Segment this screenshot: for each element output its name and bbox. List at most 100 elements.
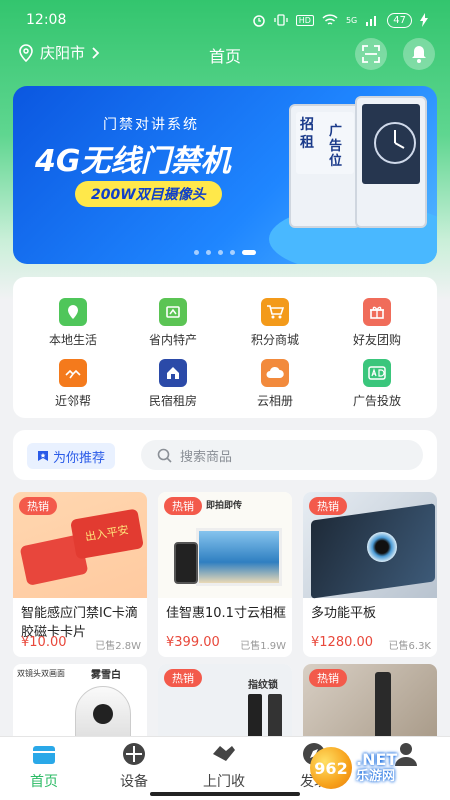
menu-label: 民宿租房 bbox=[148, 394, 197, 408]
status-bar: 12:08 HD 5G 47 bbox=[0, 0, 450, 40]
status-icons: HD 5G 47 bbox=[252, 12, 428, 28]
service-menu: 本地生活 省内特产 积分商城 好友团购 近邻帮 民宿租房 云相册 广告投放 bbox=[13, 277, 437, 418]
product-image-text: 即拍即传 bbox=[206, 501, 243, 511]
product-sold: 已售6.3K bbox=[388, 641, 431, 652]
menu-item-local-life[interactable]: 本地生活 bbox=[35, 298, 111, 348]
hd-icon: HD bbox=[295, 14, 314, 26]
home-tab-icon bbox=[29, 739, 59, 769]
menu-item-neighbor-help[interactable]: 近邻帮 bbox=[35, 359, 111, 409]
product-sold: 已售1.9W bbox=[240, 641, 286, 652]
banner-pagination bbox=[0, 250, 450, 255]
hot-badge: 热销 bbox=[309, 669, 347, 687]
menu-item-cloud-album[interactable]: 云相册 bbox=[237, 359, 313, 409]
product-name: 佳智惠10.1寸云相框 bbox=[166, 606, 286, 621]
location-pin-icon bbox=[59, 298, 87, 326]
product-image-text: 双镜头双画面 bbox=[17, 669, 65, 678]
tab-pickup[interactable]: 上门收 bbox=[184, 739, 264, 791]
product-sold: 已售2.8W bbox=[95, 641, 141, 652]
device-word-2: 租 bbox=[300, 135, 314, 151]
banner-tagline: 200W双目摄像头 bbox=[75, 181, 222, 207]
banner-dot[interactable] bbox=[194, 250, 199, 255]
notification-button[interactable] bbox=[403, 38, 435, 70]
wifi-icon bbox=[322, 14, 338, 25]
product-card[interactable]: 热销 多功能平板 ¥1280.00 已售6.3K bbox=[303, 492, 437, 657]
tab-label: 设备 bbox=[120, 774, 148, 790]
menu-label: 云相册 bbox=[256, 394, 293, 408]
gift-icon bbox=[363, 298, 391, 326]
cart-icon bbox=[261, 298, 289, 326]
alarm-icon bbox=[253, 15, 265, 27]
home-indicator bbox=[150, 792, 300, 796]
banner-title: 4G无线门禁机 bbox=[35, 144, 231, 179]
product-card[interactable]: 热销 bbox=[303, 664, 437, 744]
signal-label: 5G bbox=[345, 15, 358, 25]
tab-home[interactable]: 首页 bbox=[4, 739, 84, 791]
device-word-3: 广告位 bbox=[329, 124, 343, 169]
hot-badge: 热销 bbox=[309, 497, 347, 515]
device-tab-icon bbox=[119, 739, 149, 769]
banner-dot[interactable] bbox=[218, 250, 223, 255]
banner-dot[interactable] bbox=[230, 250, 235, 255]
house-icon bbox=[159, 359, 187, 387]
tab-label: 上门收 bbox=[203, 774, 245, 790]
menu-item-ad-placement[interactable]: 广告投放 bbox=[339, 359, 415, 409]
menu-item-group-buy[interactable]: 好友团购 bbox=[339, 298, 415, 348]
bell-icon bbox=[412, 46, 426, 63]
promo-banner[interactable]: 门禁对讲系统 4G无线门禁机 200W双目摄像头 招 租 广告位 bbox=[13, 86, 437, 264]
charging-icon bbox=[420, 13, 428, 27]
banner-dot[interactable] bbox=[206, 250, 211, 255]
signal-icon bbox=[366, 16, 377, 26]
scan-icon bbox=[362, 45, 380, 63]
watermark-logo: 962 .NET 乐游网 bbox=[310, 744, 446, 792]
search-placeholder: 搜索商品 bbox=[180, 449, 233, 465]
device-word-1: 招 bbox=[300, 117, 314, 133]
product-card[interactable]: 热销 指纹锁 bbox=[158, 664, 292, 744]
menu-item-points-mall[interactable]: 积分商城 bbox=[237, 298, 313, 348]
menu-label: 省内特产 bbox=[148, 333, 197, 347]
cloud-album-icon bbox=[261, 359, 289, 387]
ad-icon bbox=[363, 359, 391, 387]
product-card[interactable]: 双镜头双画面 雾雪白 bbox=[13, 664, 147, 744]
product-image-text: 指纹锁 bbox=[248, 680, 278, 691]
specialty-icon bbox=[159, 298, 187, 326]
clock-face-icon bbox=[374, 122, 416, 164]
recommend-label: 为你推荐 bbox=[53, 450, 106, 466]
app-header: 庆阳市 首页 bbox=[0, 36, 450, 72]
device-image-right bbox=[355, 96, 427, 228]
product-image-text: 雾雪白 bbox=[91, 670, 121, 681]
status-time: 12:08 bbox=[26, 12, 67, 28]
product-price: ¥399.00 bbox=[166, 635, 220, 650]
watermark-suffix: .NET bbox=[356, 750, 398, 769]
recommend-tag[interactable]: 为你推荐 bbox=[27, 443, 116, 469]
handshake-icon bbox=[209, 739, 239, 769]
banner-subtitle: 门禁对讲系统 bbox=[103, 117, 199, 133]
star-badge-icon bbox=[38, 451, 48, 461]
menu-item-specialty[interactable]: 省内特产 bbox=[135, 298, 211, 348]
watermark-number: 962 bbox=[310, 747, 352, 789]
menu-label: 近邻帮 bbox=[54, 394, 91, 408]
product-price: ¥1280.00 bbox=[311, 635, 374, 650]
battery-indicator: 47 bbox=[387, 12, 412, 28]
scan-button[interactable] bbox=[355, 38, 387, 70]
hot-badge: 热销 bbox=[164, 669, 202, 687]
recommend-search-bar: 为你推荐 搜索商品 bbox=[13, 430, 437, 480]
search-icon bbox=[157, 448, 172, 463]
vibrate-icon bbox=[274, 14, 288, 26]
product-image-text: 出入平安 bbox=[70, 508, 144, 560]
product-card[interactable]: 即拍即传 热销 佳智惠10.1寸云相框 ¥399.00 已售1.9W bbox=[158, 492, 292, 657]
tab-devices[interactable]: 设备 bbox=[94, 739, 174, 791]
hot-badge: 热销 bbox=[19, 497, 57, 515]
search-input[interactable]: 搜索商品 bbox=[141, 440, 423, 470]
watermark-sub: 乐游网 bbox=[356, 769, 396, 784]
banner-dot-active[interactable] bbox=[242, 250, 256, 255]
product-card[interactable]: 出入平安 热销 智能感应门禁IC卡滴胶磁卡卡片 ¥10.00 已售2.8W bbox=[13, 492, 147, 657]
menu-label: 积分商城 bbox=[250, 333, 299, 347]
hot-badge: 热销 bbox=[164, 497, 202, 515]
menu-label: 好友团购 bbox=[352, 333, 401, 347]
menu-label: 广告投放 bbox=[352, 394, 401, 408]
product-price: ¥10.00 bbox=[21, 635, 67, 650]
menu-label: 本地生活 bbox=[48, 333, 97, 347]
menu-item-homestay[interactable]: 民宿租房 bbox=[135, 359, 211, 409]
helping-hands-icon bbox=[59, 359, 87, 387]
product-name: 多功能平板 bbox=[311, 606, 377, 621]
